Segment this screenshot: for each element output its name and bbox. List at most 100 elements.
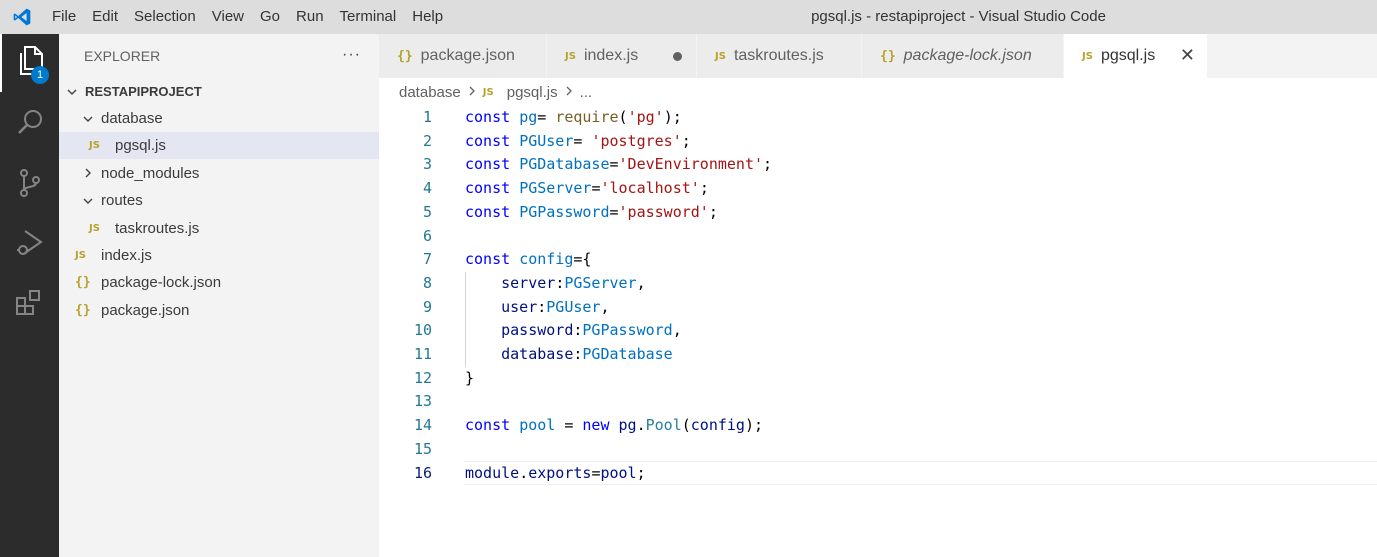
menu-help[interactable]: Help bbox=[404, 0, 451, 34]
json-file-icon: {} bbox=[75, 302, 91, 318]
explorer-activity-button[interactable]: 1 bbox=[0, 34, 59, 92]
code-token: } bbox=[465, 368, 475, 387]
tree-item[interactable]: node_modules bbox=[59, 160, 379, 187]
code-text: password:PGPassword, bbox=[465, 319, 682, 343]
code-token: config bbox=[519, 250, 574, 269]
code-token: , bbox=[636, 273, 646, 292]
code-token: const bbox=[465, 131, 511, 150]
code-text: const config={ bbox=[465, 248, 591, 272]
tab-label: taskroutes.js bbox=[733, 47, 824, 64]
code-line[interactable]: 11 database:PGDatabase bbox=[379, 343, 1377, 367]
code-token: pool bbox=[519, 416, 556, 435]
tree-item-label: node_modules bbox=[101, 164, 200, 182]
tab-label: package.json bbox=[420, 47, 515, 64]
editor-tabs: {} package.json JS index.js JS taskroutes.js {… bbox=[379, 34, 1377, 78]
tree-item[interactable]: routes bbox=[59, 187, 379, 214]
menu-file[interactable]: File bbox=[44, 0, 84, 34]
tab-package-json[interactable]: {} package.json bbox=[379, 34, 547, 78]
code-token: new bbox=[582, 416, 610, 435]
code-text: module.exports=pool; bbox=[465, 462, 646, 486]
code-line[interactable]: 5 const PGPassword='password'; bbox=[379, 201, 1377, 225]
line-number: 9 bbox=[422, 297, 432, 316]
extensions-icon bbox=[15, 288, 45, 322]
code-line[interactable]: 6 bbox=[379, 225, 1377, 249]
code-line[interactable]: 3 const PGDatabase='DevEnvironment'; bbox=[379, 153, 1377, 177]
code-token: const bbox=[465, 202, 511, 221]
code-line[interactable]: 9 user:PGUser, bbox=[379, 296, 1377, 320]
code-token: password bbox=[501, 321, 574, 340]
menu-terminal[interactable]: Terminal bbox=[332, 0, 405, 34]
tab-package-lock-json[interactable]: {} package-lock.json bbox=[862, 34, 1064, 78]
line-number: 12 bbox=[413, 368, 432, 387]
tree-item[interactable]: database bbox=[59, 105, 379, 132]
code-line[interactable]: 16 module.exports=pool; bbox=[379, 462, 1377, 486]
project-root[interactable]: RESTAPIPROJECT bbox=[59, 78, 379, 105]
breadcrumb-file[interactable]: pgsql.js bbox=[507, 84, 558, 101]
code-token: const bbox=[465, 155, 511, 174]
code-editor[interactable]: 1 const pg= require('pg'); 2 const PGUser= … bbox=[379, 106, 1377, 557]
tab-index-js[interactable]: JS index.js bbox=[547, 34, 697, 78]
code-token: const bbox=[465, 179, 511, 198]
run-debug-activity-button[interactable] bbox=[0, 216, 59, 274]
code-line[interactable]: 10 password:PGPassword, bbox=[379, 319, 1377, 343]
tab-taskroutes-js[interactable]: JS taskroutes.js bbox=[697, 34, 862, 78]
code-token: ); bbox=[663, 108, 682, 126]
project-root-label: RESTAPIPROJECT bbox=[85, 84, 202, 99]
tab-pgsql-js[interactable]: JS pgsql.js ✕ bbox=[1064, 34, 1208, 78]
modified-dot-icon[interactable] bbox=[673, 52, 682, 61]
chevron-right-icon bbox=[81, 167, 95, 179]
code-token: 'DevEnvironment' bbox=[618, 155, 764, 174]
code-token: const bbox=[465, 108, 511, 126]
js-file-icon: JS bbox=[565, 50, 576, 62]
json-file-icon: {} bbox=[75, 275, 91, 291]
code-token: ={ bbox=[573, 250, 592, 269]
menu-run[interactable]: Run bbox=[288, 0, 332, 34]
tree-item[interactable]: {} package.json bbox=[59, 297, 379, 324]
code-text: const PGDatabase='DevEnvironment'; bbox=[465, 153, 772, 177]
more-actions-icon[interactable]: ··· bbox=[342, 46, 361, 64]
source-control-activity-button[interactable] bbox=[0, 156, 59, 214]
menu-selection[interactable]: Selection bbox=[126, 0, 204, 34]
code-token: pg bbox=[519, 108, 538, 126]
breadcrumb-symbol[interactable]: ... bbox=[580, 84, 593, 101]
code-token: ( bbox=[618, 108, 628, 126]
code-line[interactable]: 15 bbox=[379, 438, 1377, 462]
code-line[interactable]: 14 const pool = new pg.Pool(config); bbox=[379, 414, 1377, 438]
code-line[interactable]: 7 const config={ bbox=[379, 248, 1377, 272]
menu-edit[interactable]: Edit bbox=[84, 0, 126, 34]
menu-view[interactable]: View bbox=[204, 0, 252, 34]
tree-item-label: database bbox=[101, 110, 163, 127]
code-line[interactable]: 13 bbox=[379, 390, 1377, 414]
line-number: 5 bbox=[422, 202, 432, 221]
code-line[interactable]: 4 const PGServer='localhost'; bbox=[379, 177, 1377, 201]
search-activity-button[interactable] bbox=[0, 96, 59, 154]
breadcrumb-folder[interactable]: database bbox=[399, 84, 461, 101]
tree-item-label: package.json bbox=[101, 301, 190, 319]
code-token: ; bbox=[681, 131, 691, 150]
js-file-icon: JS bbox=[89, 222, 100, 234]
title-bar: File Edit Selection View Go Run Terminal Help p… bbox=[0, 0, 1377, 34]
tree-item[interactable]: {} package-lock.json bbox=[59, 269, 379, 296]
vscode-logo-icon[interactable] bbox=[0, 0, 44, 34]
menu-go[interactable]: Go bbox=[252, 0, 288, 34]
tree-item[interactable]: JS pgsql.js bbox=[59, 132, 379, 160]
line-number: 6 bbox=[422, 226, 432, 245]
code-line[interactable]: 1 const pg= require('pg'); bbox=[379, 106, 1377, 130]
extensions-activity-button[interactable] bbox=[0, 276, 59, 334]
code-line[interactable]: 8 server:PGServer, bbox=[379, 272, 1377, 296]
code-token: = bbox=[609, 202, 619, 221]
line-number: 11 bbox=[413, 345, 432, 363]
tree-item[interactable]: JS taskroutes.js bbox=[59, 215, 379, 242]
code-line[interactable]: 2 const PGUser= 'postgres'; bbox=[379, 130, 1377, 154]
close-icon[interactable]: ✕ bbox=[1180, 45, 1195, 66]
code-line[interactable]: 12} bbox=[379, 367, 1377, 391]
code-token: PGPassword bbox=[582, 321, 673, 340]
code-text: server:PGServer, bbox=[465, 272, 646, 296]
code-token: ( bbox=[681, 416, 691, 435]
tree-item[interactable]: JS index.js bbox=[59, 242, 379, 269]
